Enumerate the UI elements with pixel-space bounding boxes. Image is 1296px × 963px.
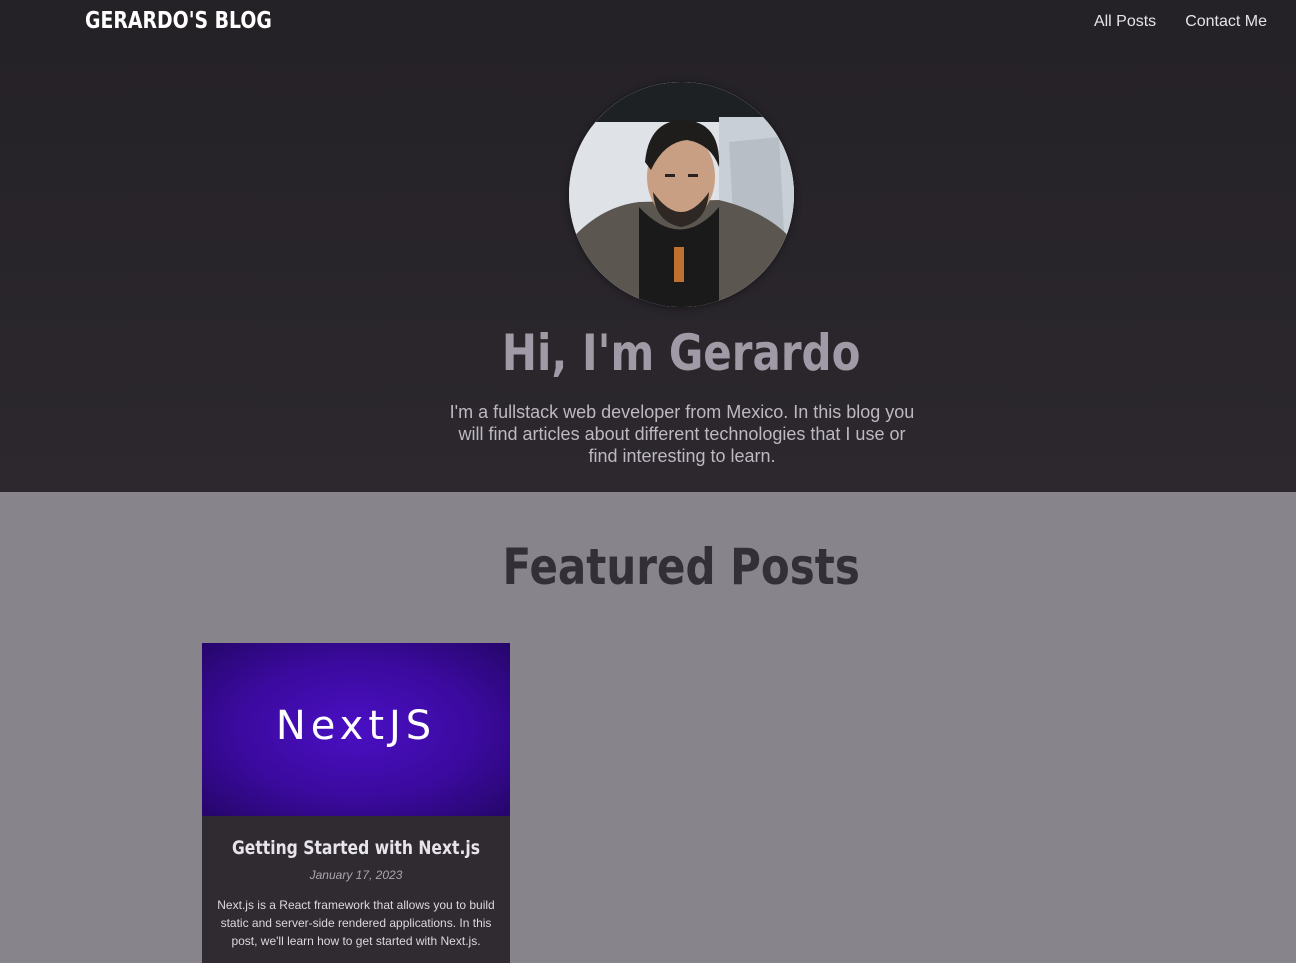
hero-section: Hi, I'm Gerardo I'm a fullstack web deve… — [0, 44, 1296, 492]
post-title: Getting Started with Next.js — [231, 837, 481, 859]
post-date: January 17, 2023 — [309, 868, 403, 882]
site-header: Gerardo's Blog All Posts Contact Me — [0, 0, 1296, 44]
hero-title: Hi, I'm Gerardo — [501, 324, 861, 382]
hero-intro-text: I'm a fullstack web developer from Mexic… — [449, 402, 915, 466]
avatar-photo — [569, 82, 794, 307]
nav-contact-me[interactable]: Contact Me — [1185, 13, 1267, 31]
avatar — [569, 82, 794, 307]
nav-all-posts[interactable]: All Posts — [1094, 13, 1156, 31]
featured-posts-title: Featured Posts — [502, 538, 860, 596]
post-card[interactable]: NextJS Getting Started with Next.js Janu… — [202, 643, 510, 963]
site-logo[interactable]: Gerardo's Blog — [85, 8, 272, 34]
post-image-logo-text: NextJS — [275, 703, 437, 749]
post-image: NextJS — [202, 643, 510, 816]
main-nav: All Posts Contact Me — [1094, 13, 1267, 31]
